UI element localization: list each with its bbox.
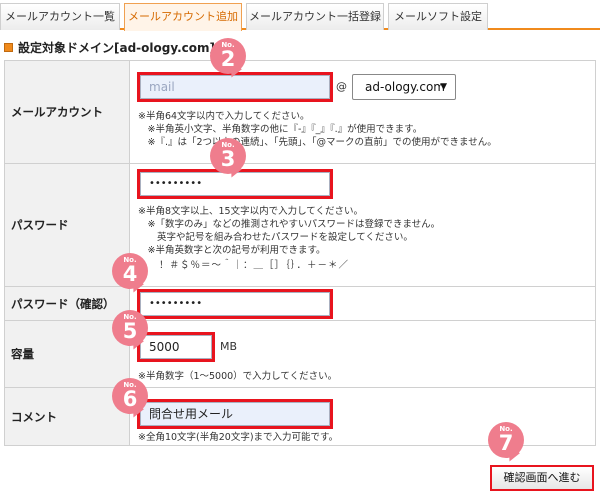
password-confirm-input[interactable]: ••••••••• — [137, 289, 333, 319]
password-cell: ••••••••• ※半角8文字以上、15文字以内で入力してください。 ※「数字… — [130, 164, 596, 286]
comment-note: ※全角10文字(半角20文字)まで入力可能です。 — [138, 432, 339, 443]
proceed-to-confirm-button[interactable]: 確認画面へ進む — [490, 465, 594, 491]
tab-account-list[interactable]: メールアカウント一覧 — [0, 3, 120, 30]
password-confirm-cell: ••••••••• — [130, 287, 596, 320]
step-badge-6: No. 6 — [112, 378, 148, 420]
tab-account-bulk[interactable]: メールアカウント一括登録 — [246, 3, 384, 30]
mail-account-note-3: ※『.』は「2つ以上の連続」、「先頭」、「@マークの直前」での使用ができません。 — [138, 137, 497, 148]
mail-account-label: メールアカウント — [4, 61, 130, 163]
square-bullet-icon — [4, 42, 13, 52]
password-note-symbols: ！＃＄％＝～＾｜：＿［］｛｝．＋－＊／ — [138, 260, 350, 271]
badge-circle: No. 2 — [210, 38, 246, 74]
badge-circle: No. 3 — [210, 138, 246, 174]
comment-cell: 問合せ用メール ※全角10文字(半角20文字)まで入力可能です。 — [130, 388, 596, 445]
badge-num: 2 — [220, 47, 236, 71]
section-title-text: 設定対象ドメイン[ad-ology.com] — [18, 40, 215, 55]
badge-num: 4 — [122, 262, 138, 286]
row-password: パスワード ••••••••• ※半角8文字以上、15文字以内で入力してください… — [4, 164, 596, 287]
row-mail-account: メールアカウント mail @ ad-ology.com ▼ ※半角64文字以内… — [4, 61, 596, 164]
badge-circle: No. 4 — [112, 253, 148, 289]
capacity-cell: 5000 MB ※半角数字（1～5000）で入力してください。 — [130, 321, 596, 387]
row-capacity: 容量 5000 MB ※半角数字（1～5000）で入力してください。 — [4, 321, 596, 388]
section-title: 設定対象ドメイン[ad-ology.com] — [4, 37, 215, 57]
row-password-confirm: パスワード（確認） ••••••••• — [4, 287, 596, 321]
badge-num: 5 — [122, 319, 138, 343]
comment-input[interactable]: 問合せ用メール — [137, 399, 333, 429]
capacity-unit: MB — [220, 340, 238, 353]
capacity-note: ※半角数字（1～5000）で入力してください。 — [138, 371, 338, 382]
password-note-1: ※半角8文字以上、15文字以内で入力してください。 — [138, 206, 364, 217]
badge-num: 6 — [122, 387, 138, 411]
tab-mail-software[interactable]: メールソフト設定 — [388, 3, 488, 30]
step-badge-7: No. 7 — [488, 422, 524, 464]
badge-circle: No. 5 — [112, 310, 148, 346]
domain-select-value: ad-ology.com — [365, 80, 445, 94]
password-note-2: ※「数字のみ」などの推測されやすいパスワードは登録できません。 — [138, 219, 441, 230]
account-form: メールアカウント mail @ ad-ology.com ▼ ※半角64文字以内… — [4, 60, 596, 446]
step-badge-3: No. 3 — [210, 138, 246, 180]
mail-account-note-2: ※半角英小文字、半角数字の他に『-』『_』『.』が使用できます。 — [138, 124, 423, 135]
tab-account-add[interactable]: メールアカウント追加 — [124, 3, 242, 31]
dropdown-arrow-icon: ▼ — [440, 82, 447, 92]
mail-account-note-1: ※半角64文字以内で入力してください。 — [138, 111, 310, 122]
step-badge-4: No. 4 — [112, 253, 148, 295]
step-badge-5: No. 5 — [112, 310, 148, 352]
at-sign: @ — [336, 80, 347, 93]
domain-select[interactable]: ad-ology.com ▼ — [352, 74, 456, 100]
mail-account-cell: mail @ ad-ology.com ▼ ※半角64文字以内で入力してください… — [130, 61, 596, 163]
tab-bar: メールアカウント一覧 メールアカウント追加 メールアカウント一括登録 メールソフ… — [0, 0, 600, 31]
badge-num: 7 — [498, 431, 514, 455]
badge-circle: No. 6 — [112, 378, 148, 414]
capacity-input[interactable]: 5000 — [137, 332, 215, 362]
password-note-3: 英字や記号を組み合わせたパスワードを設定してください。 — [138, 232, 413, 243]
password-note-4: ※半角英数字と次の記号が利用できます。 — [138, 245, 326, 256]
step-badge-2: No. 2 — [210, 38, 246, 80]
badge-circle: No. 7 — [488, 422, 524, 458]
badge-num: 3 — [220, 147, 236, 171]
